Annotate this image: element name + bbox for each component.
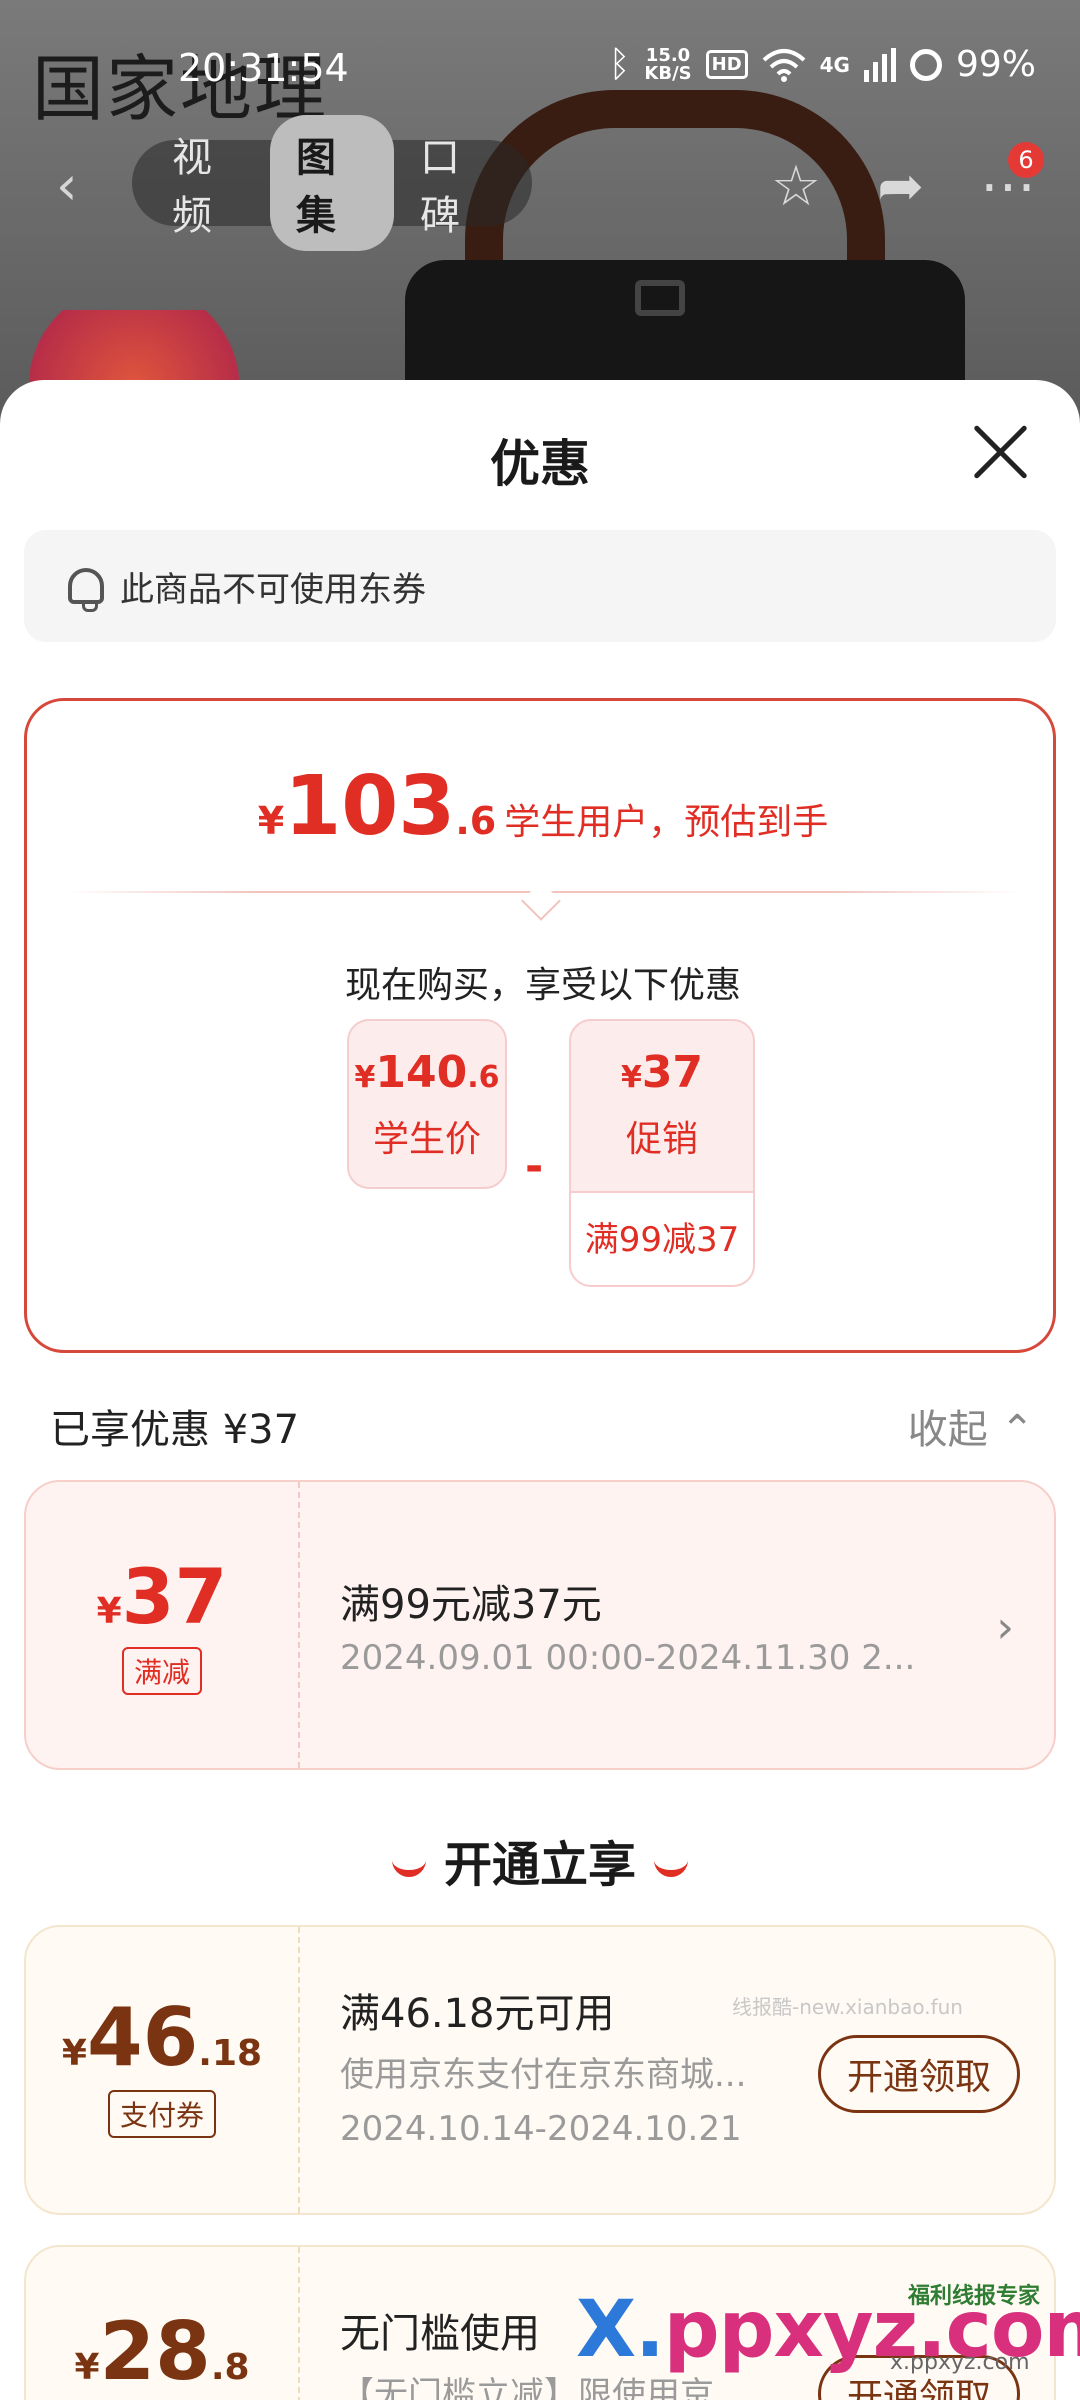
bell-icon (68, 568, 104, 612)
coupon-tag: 满减 (121, 1647, 202, 1695)
coupon-amount: ¥37 (26, 1552, 298, 1641)
minus-sign: - (525, 1141, 544, 1192)
coupon-notice: 此商品不可使用东券 (24, 530, 1056, 642)
buy-now-text: 现在购买，享受以下优惠 (344, 965, 741, 1006)
tab-gallery[interactable]: 图集 (270, 115, 394, 251)
discount-sheet: 优惠 此商品不可使用东券 ¥103.6 学生用户，预估到手 现在购买，享受以下优惠… (0, 380, 1080, 2400)
est-text: 学生用户，预估到手 (504, 802, 829, 843)
status-icons: ᛒ 15.0 KB/S HD 4G 99% (609, 44, 1036, 85)
chip-label: 学生价 (372, 1119, 481, 1160)
est-decimal: .6 (455, 799, 497, 843)
enjoyed-discount: 已享优惠 ¥37 (50, 1407, 300, 1453)
offer-amount-box: ¥28.8 (26, 2247, 300, 2400)
price-summary-card: ¥103.6 学生用户，预估到手 现在购买，享受以下优惠 ¥140.6 学生价 -… (24, 698, 1056, 1353)
chip-yen: ¥ (620, 1060, 642, 1095)
notice-text: 此商品不可使用东券 (120, 569, 426, 610)
tab-video[interactable]: 视频 (146, 115, 270, 251)
close-button[interactable] (970, 422, 1030, 482)
message-badge: 6 (1008, 142, 1044, 178)
net-speed: 15.0 KB/S (644, 46, 692, 84)
back-icon[interactable]: ‹ (56, 154, 78, 217)
offer-desc: 使用京东支付在京东商城... (340, 2055, 747, 2095)
network-type: 4G (819, 52, 850, 77)
watermark-text: 线报酷-new.xianbao.fun (732, 1995, 963, 2019)
chip-price-int: 140 (375, 1047, 468, 1098)
signal-icon (863, 47, 896, 82)
divider-notch (521, 881, 561, 921)
applied-coupon[interactable]: ¥37 满减 满99元减37元 2024.09.01 00:00-2024.11… (24, 1480, 1056, 1770)
open-title-text: 开通立享 (443, 1837, 636, 1893)
smile-icon (654, 1859, 688, 1877)
claim-button[interactable]: 开通领取 (817, 2035, 1020, 2113)
chip-price-int: 37 (641, 1047, 704, 1098)
status-bar: 20:31:54 ᛒ 15.0 KB/S HD 4G 99% (0, 0, 1080, 140)
offer-card: ¥46.18 支付券 满46.18元可用 使用京东支付在京东商城... 2024… (24, 1925, 1056, 2215)
chevron-right-icon: › (996, 1602, 1014, 1653)
coupon-value: 37 (121, 1552, 228, 1641)
chip-yen: ¥ (354, 1060, 376, 1095)
battery-level: 99% (955, 44, 1036, 85)
smile-icon (391, 1859, 426, 1877)
est-integer: 103 (284, 759, 456, 854)
offer-value: 46 (86, 1991, 199, 2084)
offer-amount: ¥46.18 (26, 1991, 298, 2084)
star-icon[interactable]: ☆ (771, 154, 821, 219)
offer-decimal: .18 (198, 2033, 263, 2074)
offer-value: 28 (99, 2305, 211, 2398)
share-icon[interactable]: ➦ (877, 154, 924, 219)
offer-yen: ¥ (74, 2347, 100, 2388)
offer-amount: ¥28.8 (26, 2305, 298, 2398)
net-speed-unit: KB/S (644, 62, 692, 84)
watermark-domain: x.ppxyz.com (890, 2350, 1030, 2375)
hd-icon: HD (705, 50, 748, 79)
watermark-prefix: X. (576, 2285, 665, 2375)
promo-chip: ¥37 促销 满99减37 (569, 1019, 755, 1287)
estimated-price: ¥103.6 学生用户，预估到手 (27, 759, 1059, 854)
coupon-amount-box: ¥37 满减 (26, 1482, 300, 1768)
bag-zipper (635, 280, 685, 316)
nav-actions: ☆ ➦ ⋯ (771, 154, 1036, 219)
collapse-button[interactable]: 收起 ⌃ (908, 1397, 1034, 1455)
status-time: 20:31:54 (178, 46, 349, 90)
coupon-period: 2024.09.01 00:00-2024.11.30 2... (340, 1638, 916, 1678)
offer-title: 无门槛使用 (340, 2311, 540, 2357)
top-nav: ‹ 视频 图集 口碑 ☆ ➦ ⋯ 6 (0, 115, 1080, 251)
battery-icon (909, 48, 942, 81)
tab-reviews[interactable]: 口碑 (394, 115, 518, 251)
chip-price: ¥140.6 (349, 1047, 505, 1098)
chip-price: ¥37 (571, 1047, 753, 1098)
offer-amount-box: ¥46.18 支付券 (26, 1927, 300, 2213)
coupon-yen: ¥ (96, 1591, 122, 1632)
open-section-title: 开通立享 (0, 1825, 1080, 1895)
bluetooth-icon: ᛒ (608, 44, 631, 85)
coupon-title: 满99元减37元 (340, 1582, 602, 1628)
student-price-chip: ¥140.6 学生价 (347, 1019, 507, 1189)
offer-decimal: .8 (210, 2347, 250, 2388)
offer-title: 满46.18元可用 (340, 1991, 615, 2037)
chip-price-dec: .6 (467, 1060, 500, 1095)
chip-footnote: 满99减37 (571, 1191, 753, 1285)
sheet-title: 优惠 (490, 435, 590, 493)
offer-yen: ¥ (61, 2033, 87, 2074)
tab-group: 视频 图集 口碑 (132, 115, 532, 251)
offer-tag: 支付券 (107, 2090, 216, 2138)
est-yen: ¥ (257, 799, 285, 843)
offer-period: 2024.10.14-2024.10.21 (340, 2109, 742, 2149)
wifi-icon (762, 48, 805, 82)
chip-label: 促销 (625, 1119, 698, 1160)
